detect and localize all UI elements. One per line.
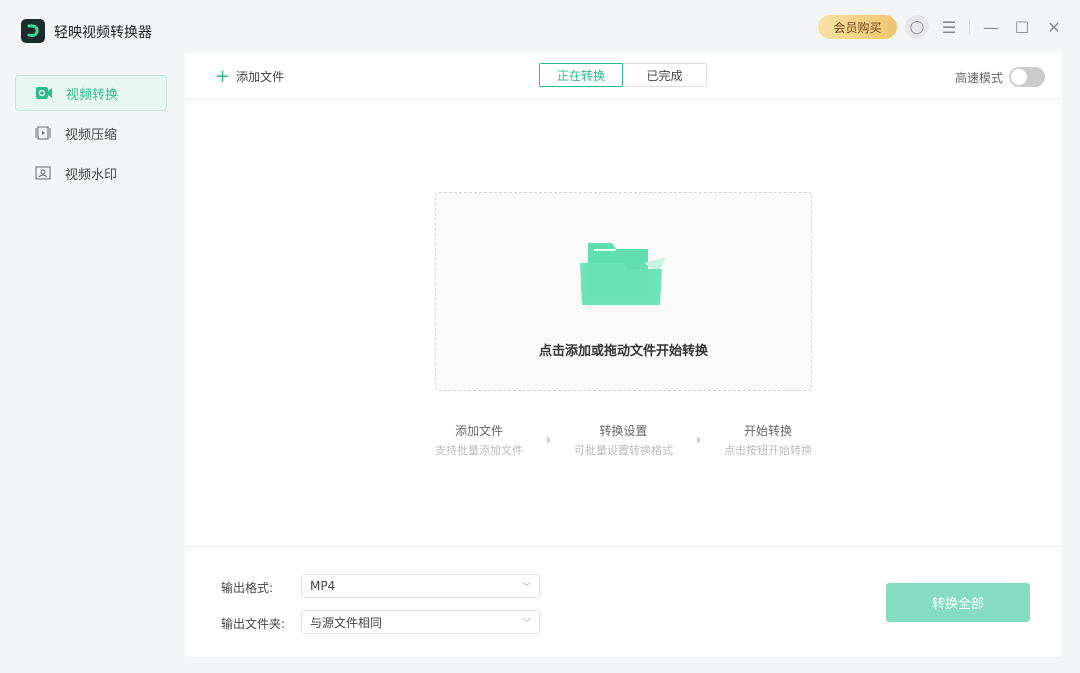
step-settings: 转换设置可批量设置转换格式 <box>574 422 673 458</box>
speed-mode: 高速模式 <box>955 67 1045 87</box>
app-title: 轻映视频转换器 <box>54 22 152 42</box>
sidebar-item-label: 视频压缩 <box>65 124 117 143</box>
chevron-down-icon: ﹀ <box>522 616 531 629</box>
chevron-right-icon: › <box>696 433 701 448</box>
menu-icon[interactable]: ☰ <box>938 15 960 39</box>
chevron-right-icon: › <box>546 433 551 448</box>
output-format-select[interactable]: MP4 ﹀ <box>301 574 540 598</box>
plus-icon: + <box>215 66 230 87</box>
chevron-down-icon: ﹀ <box>522 580 531 593</box>
sidebar-item-label: 视频水印 <box>65 164 117 183</box>
step-desc: 点击按钮开始转换 <box>724 442 812 458</box>
main-panel: + 添加文件 正在转换 已完成 高速模式 点击添加或拖动文件开始转换 添加文件支持… <box>185 52 1062 657</box>
sidebar-item-label: 视频转换 <box>66 84 118 103</box>
output-folder-select[interactable]: 与源文件相同 ﹀ <box>301 610 540 634</box>
tab-completed[interactable]: 已完成 <box>623 63 707 87</box>
folder-icon <box>578 239 670 309</box>
tab-converting[interactable]: 正在转换 <box>539 63 623 87</box>
output-folder-label: 输出文件夹: <box>221 615 285 632</box>
output-settings: 输出格式: MP4 ﹀ 输出文件夹: 与源文件相同 ﹀ 转换全部 <box>185 546 1062 657</box>
step-start: 开始转换点击按钮开始转换 <box>724 422 812 458</box>
steps-guide: 添加文件支持批量添加文件 › 转换设置可批量设置转换格式 › 开始转换点击按钮开… <box>435 422 812 458</box>
file-dropzone[interactable]: 点击添加或拖动文件开始转换 <box>435 192 812 391</box>
video-camera-icon <box>36 86 52 100</box>
sidebar-item-video-compress[interactable]: 视频压缩 <box>15 115 167 151</box>
maximize-icon[interactable]: ☐ <box>1011 15 1033 39</box>
output-format-label: 输出格式: <box>221 579 273 596</box>
speed-mode-toggle[interactable] <box>1009 67 1045 87</box>
step-title: 开始转换 <box>724 422 812 439</box>
add-file-button[interactable]: + 添加文件 <box>215 66 284 87</box>
dropzone-text: 点击添加或拖动文件开始转换 <box>436 340 811 359</box>
toolbar: + 添加文件 正在转换 已完成 高速模式 <box>185 52 1062 100</box>
step-title: 转换设置 <box>574 422 673 439</box>
output-folder-value: 与源文件相同 <box>310 614 382 631</box>
step-title: 添加文件 <box>435 422 523 439</box>
sidebar-item-video-watermark[interactable]: 视频水印 <box>15 155 167 191</box>
close-icon[interactable]: ✕ <box>1043 15 1065 39</box>
app-logo <box>21 19 45 43</box>
step-add-file: 添加文件支持批量添加文件 <box>435 422 523 458</box>
minimize-icon[interactable]: — <box>980 15 1002 39</box>
speed-mode-label: 高速模式 <box>955 69 1003 86</box>
tabs: 正在转换 已完成 <box>539 63 707 87</box>
compress-icon <box>35 126 51 140</box>
output-format-value: MP4 <box>310 579 335 593</box>
sidebar-item-video-convert[interactable]: 视频转换 <box>15 75 167 111</box>
watermark-icon <box>35 166 51 180</box>
vip-purchase-button[interactable]: 会员购买 <box>818 15 897 39</box>
step-desc: 可批量设置转换格式 <box>574 442 673 458</box>
step-desc: 支持批量添加文件 <box>435 442 523 458</box>
divider <box>969 20 970 34</box>
user-avatar-icon[interactable]: ◯ <box>905 15 929 39</box>
add-file-label: 添加文件 <box>236 68 284 85</box>
convert-all-button[interactable]: 转换全部 <box>886 583 1030 622</box>
